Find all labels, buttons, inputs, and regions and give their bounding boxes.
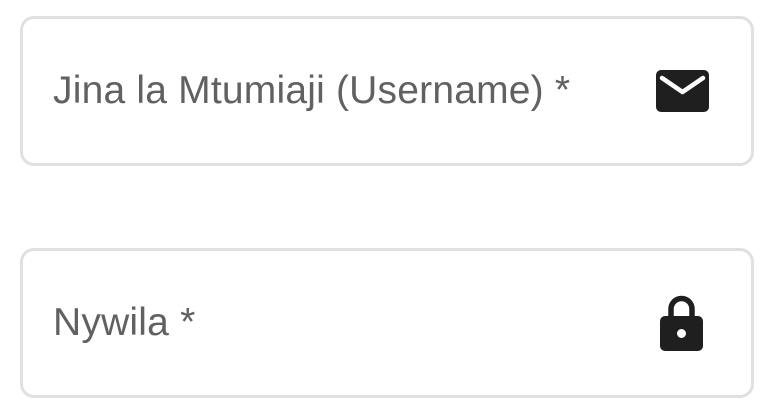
username-field[interactable]: Jina la Mtumiaji (Username) *: [20, 16, 754, 166]
password-input[interactable]: [23, 251, 751, 395]
password-field[interactable]: Nywila *: [20, 248, 754, 398]
lock-icon: [660, 295, 703, 351]
mail-icon: [656, 70, 709, 112]
username-input[interactable]: [23, 19, 751, 163]
